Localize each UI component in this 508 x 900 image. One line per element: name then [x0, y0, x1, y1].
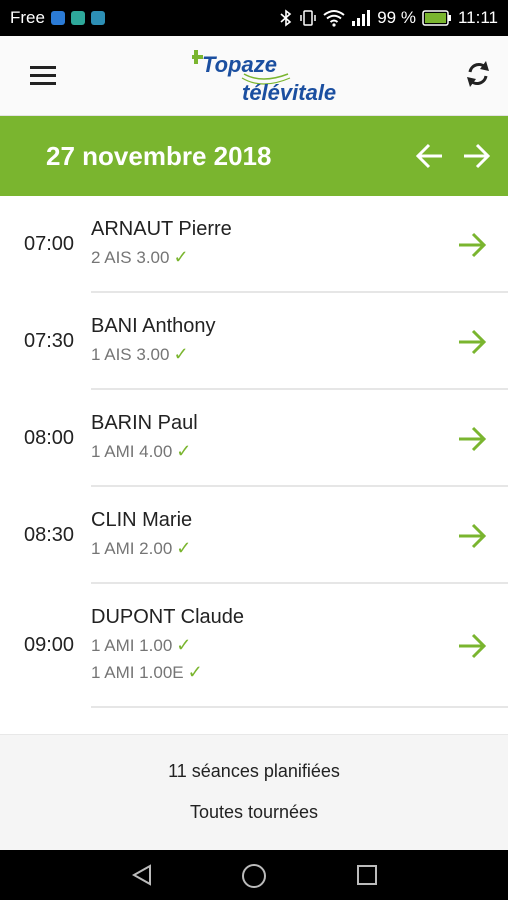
status-bar-right: 99 % 11:11: [279, 8, 498, 28]
logo-text-top: Topaze: [202, 52, 277, 77]
battery-percent: 99 %: [377, 8, 416, 27]
signal-icon: [352, 10, 371, 26]
check-icon: ✓: [173, 344, 189, 364]
open-appointment-arrow-icon[interactable]: [456, 630, 488, 662]
sync-icon[interactable]: [462, 58, 494, 90]
act-label: 1 AMI 4.00: [91, 441, 173, 461]
appointment-row[interactable]: 07:00 ARNAUT Pierre 2 AIS 3.00 ✓: [0, 196, 508, 293]
patient-name: ARNAUT Pierre: [91, 218, 232, 240]
system-nav-bar: [0, 850, 508, 900]
patient-name: CLIN Marie: [91, 509, 193, 531]
appointment-time: 08:30: [24, 524, 75, 546]
open-appointment-arrow-icon[interactable]: [456, 520, 488, 552]
act-label: 1 AMI 2.00: [91, 538, 173, 558]
status-bar: Free 99 % 11:11: [0, 0, 508, 36]
patient-name: BANI Anthony: [91, 315, 216, 337]
date-bar: 27 novembre 2018: [0, 116, 508, 196]
bluetooth-icon: [280, 9, 292, 27]
recent-apps-icon[interactable]: [355, 863, 379, 887]
check-icon: ✓: [173, 247, 189, 267]
wifi-icon: [323, 10, 345, 27]
open-appointment-arrow-icon[interactable]: [456, 326, 488, 358]
appointment-row-partial: [0, 708, 508, 734]
patient-name: BARIN Paul: [91, 412, 198, 434]
status-bar-left: Free: [10, 8, 105, 28]
act-label: 1 AMI 1.00: [91, 635, 173, 655]
appointment-time: 08:00: [24, 427, 75, 449]
check-icon: ✓: [176, 441, 192, 461]
home-icon[interactable]: [240, 862, 268, 890]
appointment-time: 09:00: [24, 634, 75, 656]
check-icon: ✓: [176, 635, 192, 655]
arrow-right-icon[interactable]: [460, 140, 492, 172]
appointment-row[interactable]: 08:00 BARIN Paul 1 AMI 4.00 ✓: [0, 390, 508, 487]
appointment-row[interactable]: 09:00 DUPONT Claude 1 AMI 1.00 ✓ 1 AMI 1…: [0, 584, 508, 708]
appointment-row[interactable]: 07:30 BANI Anthony 1 AIS 3.00 ✓: [0, 293, 508, 390]
footer-summary: 11 séances planifiées Toutes tournées: [0, 734, 508, 850]
check-icon: ✓: [187, 662, 203, 682]
appointment-time: 07:30: [24, 330, 75, 352]
back-icon[interactable]: [130, 863, 154, 887]
act-line: 1 AMI 1.00 ✓: [91, 635, 191, 656]
act-label: 1 AMI 1.00E: [91, 662, 184, 682]
tours-selector[interactable]: Toutes tournées: [0, 802, 508, 823]
logo-text-bottom: télévitale: [242, 80, 336, 105]
patient-name: DUPONT Claude: [91, 606, 245, 628]
current-date: 27 novembre 2018: [46, 141, 272, 171]
sessions-count: 11 séances planifiées: [168, 761, 340, 781]
vibrate-icon: [300, 10, 316, 26]
hamburger-menu-icon[interactable]: [30, 60, 60, 90]
notification-icon: [90, 11, 105, 25]
appointment-time: 07:00: [24, 233, 75, 255]
act-line: 2 AIS 3.00 ✓: [91, 247, 189, 268]
open-appointment-arrow-icon[interactable]: [456, 229, 488, 261]
act-line: 1 AMI 2.00 ✓: [91, 538, 191, 559]
act-line: 1 AMI 4.00 ✓: [91, 441, 191, 462]
carrier-label: Free: [10, 8, 45, 27]
appointment-list: 07:00 ARNAUT Pierre 2 AIS 3.00 ✓ 07:30 B…: [0, 196, 508, 734]
arrow-left-icon[interactable]: [414, 140, 446, 172]
app-bar: Topaze télévitale: [0, 36, 508, 116]
act-line: 1 AIS 3.00 ✓: [91, 344, 189, 365]
check-icon: ✓: [176, 538, 192, 558]
notification-icon: [70, 11, 85, 25]
open-appointment-arrow-icon[interactable]: [456, 423, 488, 455]
act-line: 1 AMI 1.00E ✓: [91, 662, 203, 683]
act-label: 1 AIS 3.00: [91, 344, 170, 364]
act-label: 2 AIS 3.00: [91, 247, 170, 267]
notification-icon: [50, 11, 65, 25]
battery-icon: [422, 10, 451, 26]
topaze-televitale-logo: Topaze télévitale: [192, 50, 336, 105]
status-time: 11:11: [457, 8, 498, 27]
appointment-row[interactable]: 08:30 CLIN Marie 1 AMI 2.00 ✓: [0, 487, 508, 584]
